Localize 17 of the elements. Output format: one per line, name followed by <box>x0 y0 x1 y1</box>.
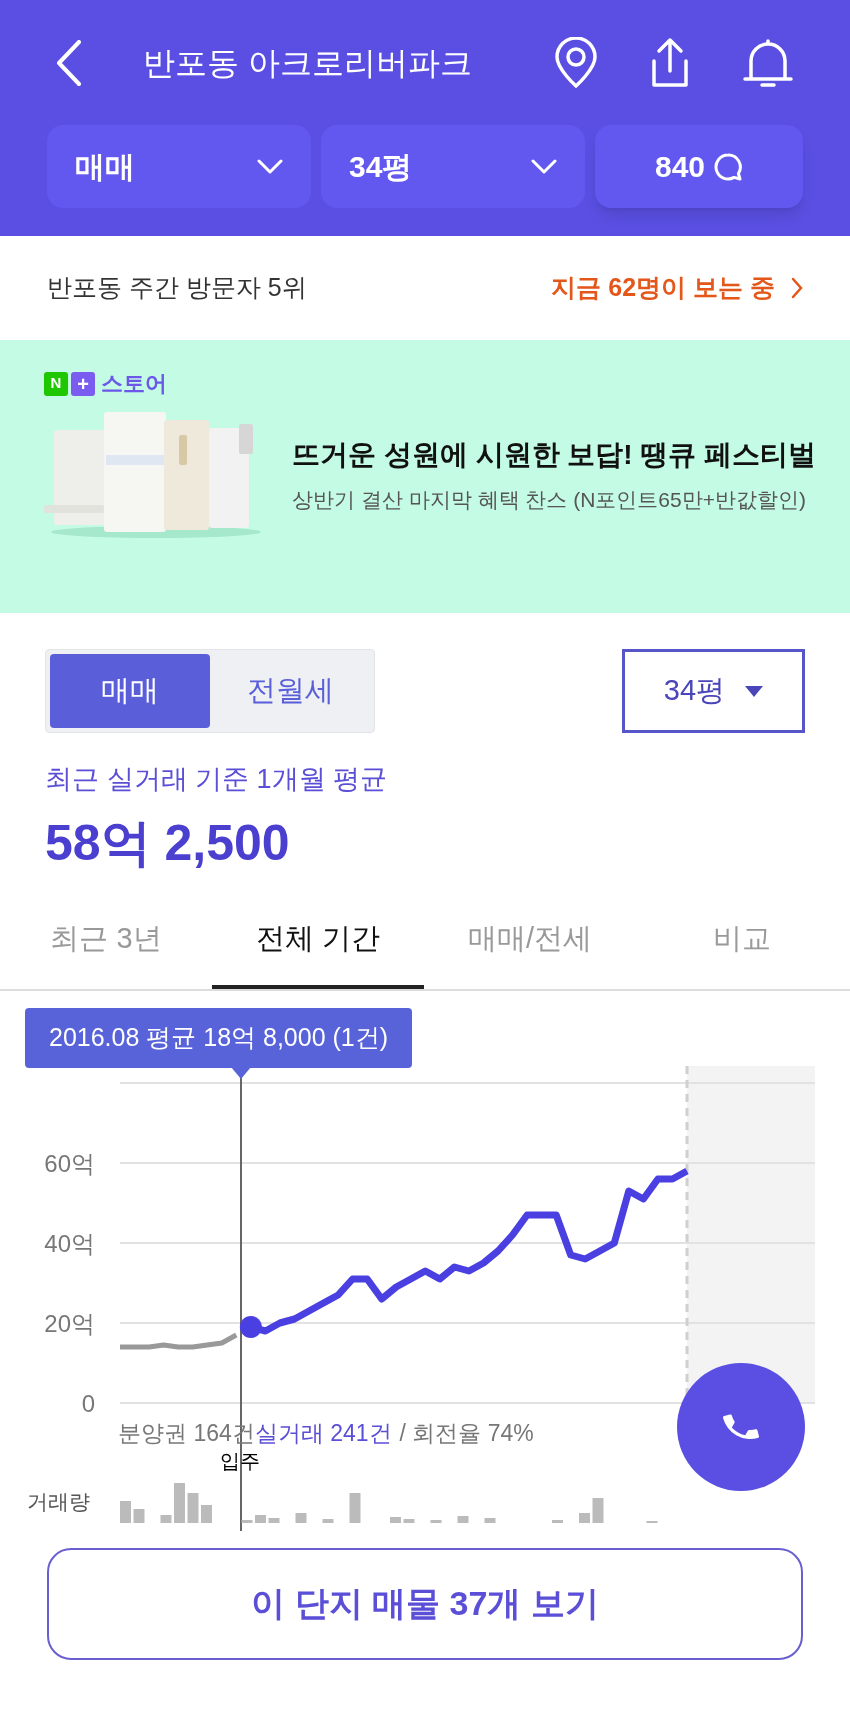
axis-label: 60억 <box>44 1149 95 1177</box>
axis-label: 0 <box>81 1389 95 1417</box>
brand-plus: + <box>71 371 95 396</box>
brand-mark: N <box>44 371 68 396</box>
ad-subline: 상반기 결산 마지막 혜택 찬스 (N포인트65만+반값할인) <box>292 487 807 514</box>
axis-label: 20억 <box>44 1309 95 1337</box>
price-caption: 최근 실거래 기준 1개월 평균 <box>44 763 389 796</box>
average-price: 58억 2,500 <box>44 813 291 873</box>
axis-label: 40억 <box>44 1229 95 1257</box>
turnover-rate: / 회전율 74% <box>399 1418 534 1448</box>
chart-tooltip: 2016.08 평균 18억 8,000 (1건) <box>25 1007 413 1068</box>
page-title: 반포동 아크로리버파크 <box>143 43 473 83</box>
visitor-rank: 반포동 주간 방문자 5위 <box>47 272 307 304</box>
ad-headline: 뜨거운 성원에 시원한 보답! 땡큐 페스티벌 <box>292 438 817 473</box>
volume-label: 거래량 <box>27 1488 90 1515</box>
brand-name: 스토어 <box>101 370 167 398</box>
trade-count: 실거래 241건 <box>254 1418 392 1448</box>
